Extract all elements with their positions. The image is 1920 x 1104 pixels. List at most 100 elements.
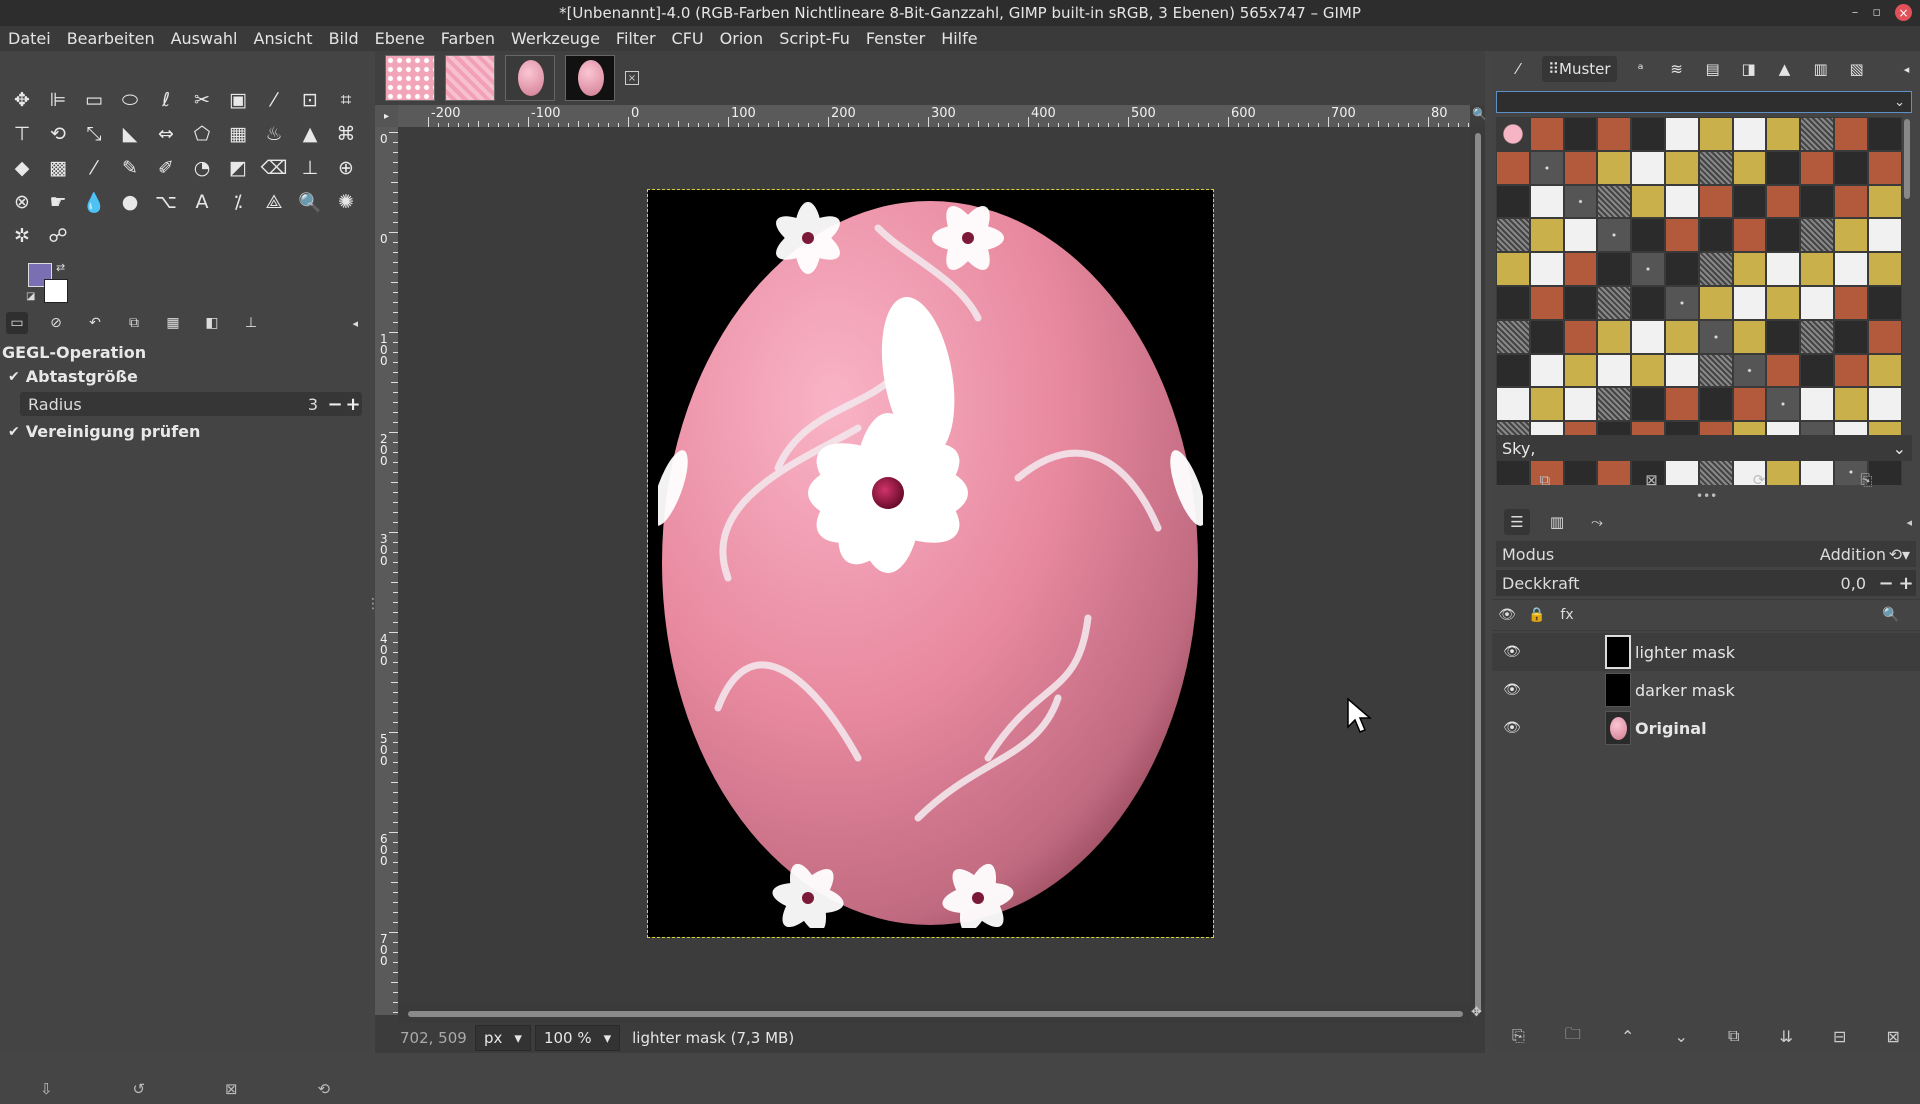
radius-decrement-button[interactable]: − bbox=[326, 394, 344, 415]
pattern-swatch[interactable] bbox=[1833, 387, 1868, 422]
pattern-swatch[interactable] bbox=[1631, 353, 1665, 388]
dock-config-icon[interactable]: ◂ bbox=[1906, 516, 1912, 529]
menu-ebene[interactable]: Ebene bbox=[367, 29, 433, 48]
undo-history-tab-icon[interactable]: ↶ bbox=[84, 312, 106, 334]
reset-options-icon[interactable]: ⟲ bbox=[317, 1080, 330, 1098]
pattern-swatch[interactable] bbox=[1496, 150, 1530, 185]
pattern-swatch[interactable] bbox=[1597, 285, 1632, 320]
eye-icon[interactable]: 👁 bbox=[1492, 607, 1522, 623]
opacity-increment-button[interactable]: + bbox=[1896, 573, 1916, 594]
horizontal-scrollbar[interactable] bbox=[398, 1005, 1471, 1023]
pattern-swatch[interactable] bbox=[1664, 252, 1699, 286]
pattern-tag-filter[interactable]: ⌄ bbox=[1496, 91, 1912, 113]
unit-select[interactable]: px ▾ bbox=[475, 1025, 531, 1051]
pattern-swatch[interactable] bbox=[1732, 218, 1767, 253]
pattern-swatch[interactable] bbox=[1698, 319, 1733, 354]
scissors-icon[interactable]: ✂ bbox=[184, 83, 220, 117]
cage-tool-icon[interactable]: ⌘ bbox=[328, 117, 364, 151]
pattern-swatch[interactable] bbox=[1698, 252, 1733, 286]
pattern-swatch[interactable] bbox=[1664, 319, 1699, 354]
pattern-swatch[interactable] bbox=[1631, 387, 1665, 422]
templates-tab-icon[interactable]: ▦ bbox=[162, 312, 184, 334]
close-image-icon[interactable]: × bbox=[625, 71, 639, 85]
free-select-icon[interactable]: ℓ bbox=[148, 83, 184, 117]
perspective-tool-icon[interactable]: ⬠ bbox=[184, 117, 220, 151]
pattern-scrollbar-thumb[interactable] bbox=[1904, 119, 1910, 199]
composite-mode-icon[interactable]: ⟲▾ bbox=[1889, 545, 1910, 564]
layer-name[interactable]: darker mask bbox=[1635, 681, 1735, 700]
zoom-select[interactable]: 100 % ▾ bbox=[534, 1025, 621, 1051]
pattern-swatch[interactable] bbox=[1867, 319, 1902, 354]
flip-tool-icon[interactable]: ⇔ bbox=[148, 117, 184, 151]
zoom-icon[interactable]: 🔍 bbox=[1472, 107, 1487, 121]
pattern-swatch[interactable] bbox=[1766, 319, 1801, 354]
pattern-swatch[interactable] bbox=[1631, 319, 1665, 354]
airbrush-icon[interactable]: ✐ bbox=[148, 151, 184, 185]
colors-tab-icon[interactable]: ◧ bbox=[201, 312, 223, 334]
horizontal-scrollbar-thumb[interactable] bbox=[408, 1011, 1463, 1017]
layer-mode-select[interactable]: Modus Addition ⟲▾ bbox=[1496, 541, 1916, 567]
patterns-tab[interactable]: ⠿ Muster bbox=[1542, 56, 1617, 82]
mypaint-brush-icon[interactable]: ◩ bbox=[220, 151, 256, 185]
n-point-deformation-icon[interactable]: ✲ bbox=[4, 219, 40, 253]
ruler-corner-icon[interactable]: ▸ bbox=[375, 105, 398, 127]
pattern-swatch[interactable] bbox=[1563, 184, 1598, 219]
delete-options-icon[interactable]: ⊠ bbox=[225, 1080, 238, 1098]
smudge-tool-icon[interactable]: ☛ bbox=[40, 185, 76, 219]
pattern-swatch[interactable] bbox=[1698, 387, 1733, 422]
images-tab-icon[interactable]: ⧉ bbox=[123, 312, 145, 334]
pattern-swatch[interactable] bbox=[1766, 353, 1801, 388]
close-window-icon[interactable]: × bbox=[1895, 4, 1912, 21]
menu-bearbeiten[interactable]: Bearbeiten bbox=[59, 29, 163, 48]
horizontal-ruler[interactable]: -200 -100 0 100 200 300 400 500 600 700 80 bbox=[398, 105, 1470, 127]
move-tool-icon[interactable]: ✥ bbox=[4, 83, 40, 117]
menu-ansicht[interactable]: Ansicht bbox=[246, 29, 321, 48]
pattern-swatch[interactable] bbox=[1631, 252, 1665, 286]
tool-options-tab-icon[interactable]: ▭ bbox=[6, 312, 28, 334]
bucket-fill-icon[interactable]: ◆ bbox=[4, 151, 40, 185]
pattern-swatch[interactable] bbox=[1698, 218, 1733, 253]
pattern-swatch[interactable] bbox=[1496, 387, 1530, 422]
pattern-swatch[interactable] bbox=[1597, 218, 1632, 253]
restore-options-icon[interactable]: ↺ bbox=[132, 1080, 145, 1098]
background-color[interactable] bbox=[44, 279, 68, 303]
pattern-swatch[interactable] bbox=[1766, 218, 1801, 253]
pattern-swatch[interactable] bbox=[1732, 117, 1767, 151]
pattern-swatch[interactable] bbox=[1563, 252, 1598, 286]
text-tool-icon[interactable]: A bbox=[184, 185, 220, 219]
gradients-tab-icon[interactable]: ▤ bbox=[1701, 56, 1725, 82]
ellipse-select-icon[interactable]: ⬭ bbox=[112, 83, 148, 117]
vertical-ruler[interactable]: 001002003004005006007008 bbox=[375, 127, 398, 1015]
zoom-value[interactable]: 100 % bbox=[544, 1029, 592, 1047]
pattern-swatch[interactable] bbox=[1833, 218, 1868, 253]
eraser-icon[interactable]: ⌫ bbox=[256, 151, 292, 185]
delete-pattern-icon[interactable]: ⊠ bbox=[1645, 471, 1658, 489]
warp-tool-icon[interactable]: ♨ bbox=[256, 117, 292, 151]
merge-layer-icon[interactable]: ⇊ bbox=[1780, 1027, 1793, 1046]
layers-tab-icon[interactable]: ☰ bbox=[1504, 509, 1530, 535]
palettes-tab-icon[interactable]: ◨ bbox=[1737, 56, 1761, 82]
pattern-swatch[interactable] bbox=[1833, 353, 1868, 388]
paintbrush-icon[interactable]: ⁄ bbox=[76, 151, 112, 185]
lock-icon[interactable]: 🔒 bbox=[1522, 607, 1552, 623]
radius-value[interactable]: 3 bbox=[308, 395, 326, 414]
visibility-eye-icon[interactable]: 👁 bbox=[1492, 644, 1532, 660]
layer-name[interactable]: Original bbox=[1635, 719, 1707, 738]
pattern-swatch[interactable] bbox=[1563, 150, 1598, 185]
align-tool-icon[interactable]: ⊫ bbox=[40, 83, 76, 117]
pattern-swatch[interactable] bbox=[1800, 319, 1834, 354]
image-tab-egg-1[interactable] bbox=[505, 55, 555, 101]
menu-filter[interactable]: Filter bbox=[608, 29, 664, 48]
menu-script-fu[interactable]: Script-Fu bbox=[771, 29, 858, 48]
shear-tool-icon[interactable]: ◣ bbox=[112, 117, 148, 151]
pattern-swatch[interactable] bbox=[1563, 319, 1598, 354]
mask-icon[interactable]: ⊟ bbox=[1833, 1027, 1846, 1046]
image-tab-egg-2[interactable] bbox=[565, 55, 615, 101]
pattern-swatch[interactable] bbox=[1529, 285, 1564, 320]
brushes-tab-icon[interactable]: ⁄ bbox=[1506, 56, 1530, 82]
pattern-swatch[interactable] bbox=[1732, 353, 1767, 388]
heal-tool-icon[interactable]: ⊕ bbox=[328, 151, 364, 185]
menu-auswahl[interactable]: Auswahl bbox=[163, 29, 246, 48]
pattern-swatch[interactable] bbox=[1867, 117, 1902, 151]
new-layer-icon[interactable]: ⎘ bbox=[1512, 1026, 1525, 1046]
